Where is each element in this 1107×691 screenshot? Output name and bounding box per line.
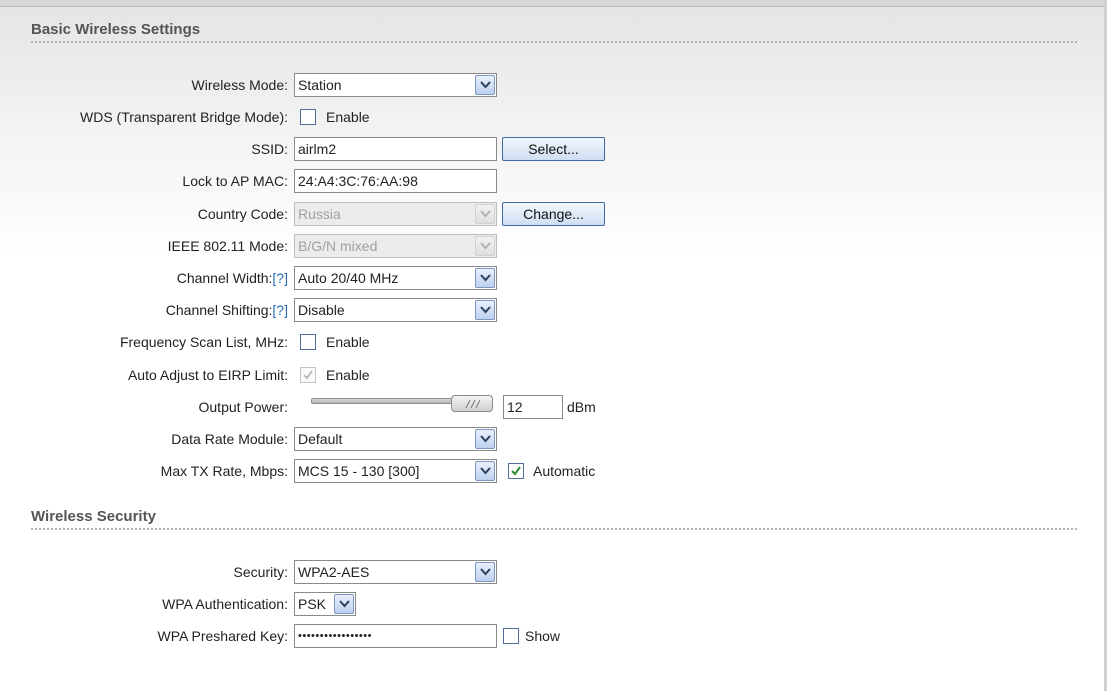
- chevron-down-icon[interactable]: [475, 268, 495, 288]
- label-max-tx-rate: Max TX Rate, Mbps:: [160, 463, 288, 479]
- output-power-unit: dBm: [567, 399, 596, 415]
- check-icon: [303, 370, 313, 380]
- security-value: WPA2-AES: [298, 564, 370, 580]
- label-wireless-mode: Wireless Mode:: [191, 77, 288, 93]
- frequency-scan-enable-checkbox[interactable]: [300, 334, 316, 350]
- ieee-mode-select: B/G/N mixed: [294, 234, 497, 258]
- top-frame-edge: [0, 0, 1107, 7]
- channel-width-help-link[interactable]: [?]: [272, 270, 288, 286]
- max-tx-automatic-checkbox[interactable]: [508, 463, 524, 479]
- chevron-down-icon[interactable]: [475, 429, 495, 449]
- section-divider: [31, 528, 1077, 530]
- channel-shifting-help-link[interactable]: [?]: [272, 302, 288, 318]
- label-country-code: Country Code:: [197, 206, 288, 222]
- channel-shifting-value: Disable: [298, 302, 345, 318]
- wpa-authentication-select[interactable]: PSK: [294, 592, 356, 616]
- ssid-input[interactable]: airlm2: [294, 137, 497, 161]
- security-select[interactable]: WPA2-AES: [294, 560, 497, 584]
- country-code-value: Russia: [298, 206, 341, 222]
- check-icon: [511, 466, 521, 476]
- label-security: Security:: [233, 564, 288, 580]
- channel-shifting-label-text: Channel Shifting:: [165, 302, 273, 318]
- frequency-scan-enable-label: Enable: [326, 334, 370, 350]
- chevron-down-icon[interactable]: [334, 594, 354, 614]
- label-ieee-mode: IEEE 802.11 Mode:: [167, 238, 288, 254]
- wireless-mode-value: Station: [298, 77, 342, 93]
- label-frequency-scan-list: Frequency Scan List, MHz:: [119, 334, 288, 350]
- channel-width-value: Auto 20/40 MHz: [298, 270, 399, 286]
- max-tx-automatic-label: Automatic: [533, 463, 596, 479]
- data-rate-module-value: Default: [298, 431, 343, 447]
- label-output-power: Output Power:: [198, 399, 289, 415]
- auto-eirp-checkbox: [300, 367, 316, 383]
- wpa-authentication-value: PSK: [298, 596, 327, 612]
- grip-icon: [465, 399, 481, 409]
- lock-ap-mac-input[interactable]: 24:A4:3C:76:AA:98: [294, 169, 497, 193]
- label-wds: WDS (Transparent Bridge Mode):: [80, 109, 288, 125]
- output-power-input[interactable]: 12: [503, 395, 563, 419]
- wds-enable-checkbox[interactable]: [300, 109, 316, 125]
- channel-width-select[interactable]: Auto 20/40 MHz: [294, 266, 497, 290]
- chevron-down-icon[interactable]: [475, 75, 495, 95]
- country-code-select: Russia: [294, 202, 497, 226]
- chevron-down-icon[interactable]: [475, 562, 495, 582]
- ieee-mode-value: B/G/N mixed: [298, 238, 378, 254]
- wpa-preshared-key-input[interactable]: •••••••••••••••••: [294, 624, 497, 648]
- wireless-mode-select[interactable]: Station: [294, 73, 497, 97]
- max-tx-rate-value: MCS 15 - 130 [300]: [298, 463, 420, 479]
- section-divider: [31, 41, 1077, 43]
- label-ssid: SSID:: [251, 141, 288, 157]
- label-auto-eirp: Auto Adjust to EIRP Limit:: [127, 367, 288, 383]
- chevron-down-icon[interactable]: [475, 461, 495, 481]
- auto-eirp-enable-label: Enable: [326, 367, 370, 383]
- chevron-down-icon: [475, 204, 495, 224]
- wds-enable-label: Enable: [326, 109, 370, 125]
- country-change-button[interactable]: Change...: [502, 202, 605, 226]
- label-wpa-preshared-key: WPA Preshared Key:: [157, 628, 288, 644]
- max-tx-rate-select[interactable]: MCS 15 - 130 [300]: [294, 459, 497, 483]
- label-wpa-authentication: WPA Authentication:: [162, 596, 288, 612]
- chevron-down-icon: [475, 236, 495, 256]
- label-channel-shifting: Channel Shifting:[?]: [166, 298, 288, 322]
- chevron-down-icon[interactable]: [475, 300, 495, 320]
- channel-width-label-text: Channel Width:: [176, 270, 273, 286]
- section-title-wireless-security: Wireless Security: [31, 508, 156, 525]
- wpa-key-show-checkbox[interactable]: [503, 628, 519, 644]
- section-title-basic-wireless: Basic Wireless Settings: [31, 21, 201, 38]
- label-lock-ap-mac: Lock to AP MAC:: [182, 173, 288, 189]
- ssid-select-button[interactable]: Select...: [502, 137, 605, 161]
- channel-shifting-select[interactable]: Disable: [294, 298, 497, 322]
- label-channel-width: Channel Width:[?]: [177, 266, 288, 290]
- output-power-slider-handle[interactable]: [451, 395, 493, 412]
- label-data-rate-module: Data Rate Module:: [171, 431, 288, 447]
- data-rate-module-select[interactable]: Default: [294, 427, 497, 451]
- wpa-key-show-label: Show: [525, 628, 561, 644]
